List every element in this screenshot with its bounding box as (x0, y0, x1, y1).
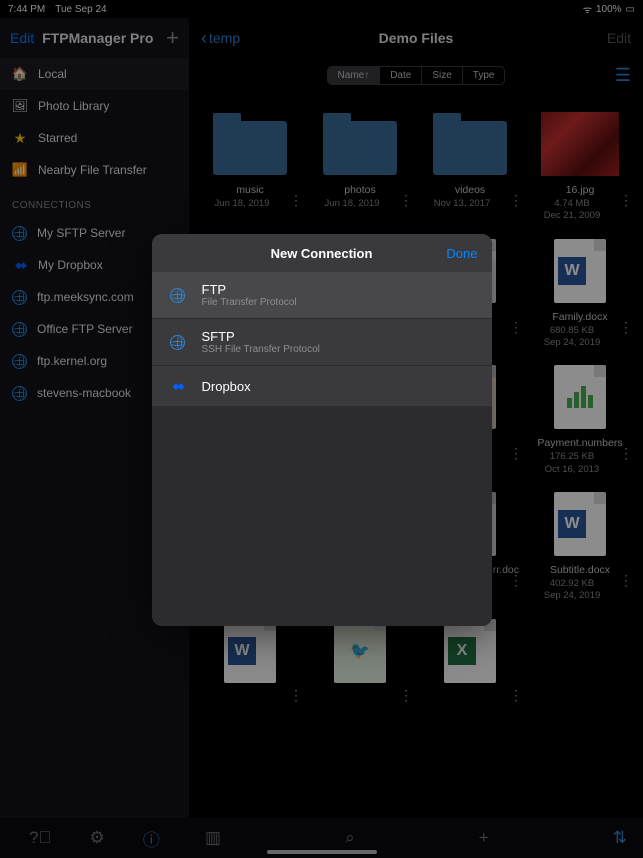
connection-type-dropbox[interactable]: Dropbox (152, 366, 492, 406)
modal-done-button[interactable]: Done (446, 246, 477, 261)
new-connection-modal: New Connection Done FTPFile Transfer Pro… (152, 234, 492, 626)
connection-type-sftp[interactable]: SFTPSSH File Transfer Protocol (152, 319, 492, 366)
option-label: FTP (202, 282, 297, 297)
globe-icon (170, 288, 185, 303)
modal-title: New Connection (271, 246, 373, 261)
option-label: SFTP (202, 329, 320, 344)
option-subtitle: SSH File Transfer Protocol (202, 344, 320, 355)
home-indicator[interactable] (267, 850, 377, 854)
globe-icon (170, 335, 185, 350)
modal-overlay[interactable]: New Connection Done FTPFile Transfer Pro… (0, 0, 643, 858)
dropbox-icon (170, 378, 186, 394)
connection-type-ftp[interactable]: FTPFile Transfer Protocol (152, 272, 492, 319)
option-label: Dropbox (202, 379, 251, 394)
option-subtitle: File Transfer Protocol (202, 297, 297, 308)
